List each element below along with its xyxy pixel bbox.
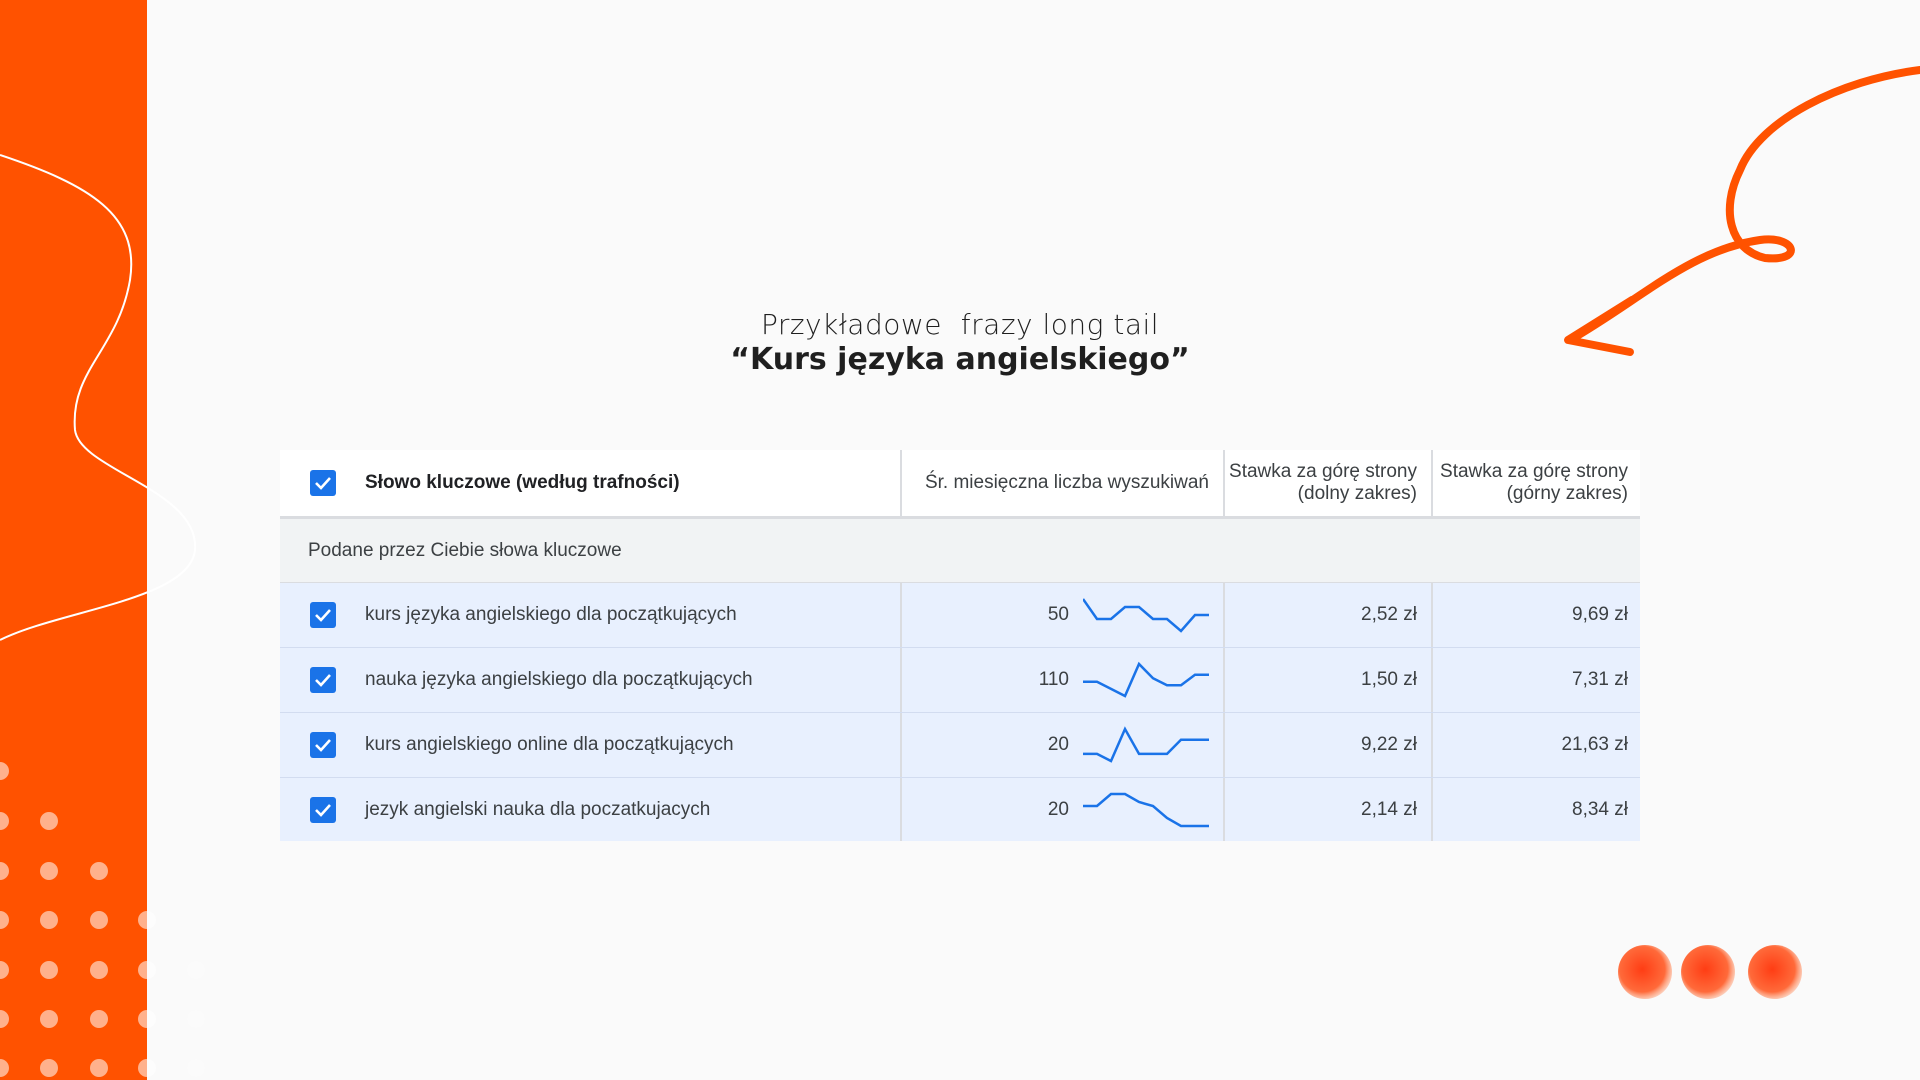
bid-low-value: 2,52 zł (1225, 583, 1433, 647)
keyword-text: jezyk angielski nauka dla poczatkujacych (365, 778, 902, 841)
bid-low-value: 2,14 zł (1225, 778, 1433, 841)
bid-high-value: 8,34 zł (1572, 798, 1628, 820)
select-all-checkbox[interactable] (280, 450, 365, 516)
table-header: Słowo kluczowe (według trafności) Śr. mi… (280, 450, 1640, 519)
check-icon (309, 470, 336, 496)
avg-searches-cell: 50 (902, 583, 1225, 647)
avg-searches-cell: 110 (902, 648, 1225, 712)
keyword-text: kurs angielskiego online dla początkując… (365, 713, 902, 777)
avg-searches-cell: 20 (902, 713, 1225, 777)
curved-arrow (1566, 66, 1920, 344)
orb-2 (1681, 945, 1735, 999)
row-checkbox[interactable] (280, 583, 365, 647)
trend-sparkline (1083, 726, 1209, 763)
table-row: kurs języka angielskiego dla początkując… (280, 583, 1640, 648)
bid-high-value: 7,31 zł (1572, 669, 1628, 690)
bid-high-value: 21,63 zł (1561, 734, 1628, 755)
page-subtitle: Przykładowe frazy long tail (760, 308, 1160, 341)
trend-sparkline (1083, 792, 1209, 827)
decorative-orbs (1618, 945, 1802, 999)
table-row: jezyk angielski nauka dla poczatkujacych… (280, 778, 1640, 841)
bid-low-value: 9,22 zł (1225, 713, 1433, 777)
avg-searches-cell: 20 (902, 778, 1225, 841)
table-row: nauka języka angielskiego dla początkują… (280, 648, 1640, 713)
bid-high-value: 9,69 zł (1572, 604, 1628, 625)
trend-sparkline (1083, 598, 1209, 633)
keyword-table: Słowo kluczowe (według trafności) Śr. mi… (280, 450, 1640, 841)
keyword-text: nauka języka angielskiego dla początkują… (365, 648, 902, 712)
check-icon (309, 796, 336, 823)
keyword-text: kurs języka angielskiego dla początkując… (365, 583, 902, 647)
header-avg-searches[interactable]: Śr. miesięczna liczba wyszukiwań (902, 450, 1225, 516)
row-checkbox[interactable] (280, 778, 365, 841)
searches-value: 20 (1047, 798, 1069, 820)
header-keyword[interactable]: Słowo kluczowe (według trafności) (365, 450, 902, 516)
header-bid-high[interactable]: Stawka za górę strony (górny zakres) (1433, 450, 1640, 516)
searches-value: 50 (1047, 604, 1069, 625)
row-checkbox[interactable] (280, 648, 365, 712)
header-bid-low[interactable]: Stawka za górę strony (dolny zakres) (1225, 450, 1433, 516)
check-icon (309, 602, 336, 628)
searches-value: 110 (1038, 669, 1069, 690)
orb-3 (1748, 945, 1802, 999)
check-icon (309, 667, 336, 693)
bid-low-value: 1,50 zł (1225, 648, 1433, 712)
trend-line (1083, 726, 1209, 763)
page-title: “Kurs języka angielskiego” (730, 342, 1190, 377)
white-wave-line (0, 154, 197, 641)
check-icon (309, 732, 336, 758)
orb-1 (1618, 945, 1672, 999)
trend-line (1083, 661, 1209, 698)
trend-sparkline (1083, 661, 1209, 698)
trend-line (1083, 598, 1209, 633)
group-label: Podane przez Ciebie słowa kluczowe (280, 519, 1640, 583)
searches-value: 20 (1047, 734, 1069, 755)
table-row: kurs angielskiego online dla początkując… (280, 713, 1640, 778)
trend-line (1083, 792, 1209, 827)
row-checkbox[interactable] (280, 713, 365, 777)
dot-grid (0, 762, 254, 1077)
